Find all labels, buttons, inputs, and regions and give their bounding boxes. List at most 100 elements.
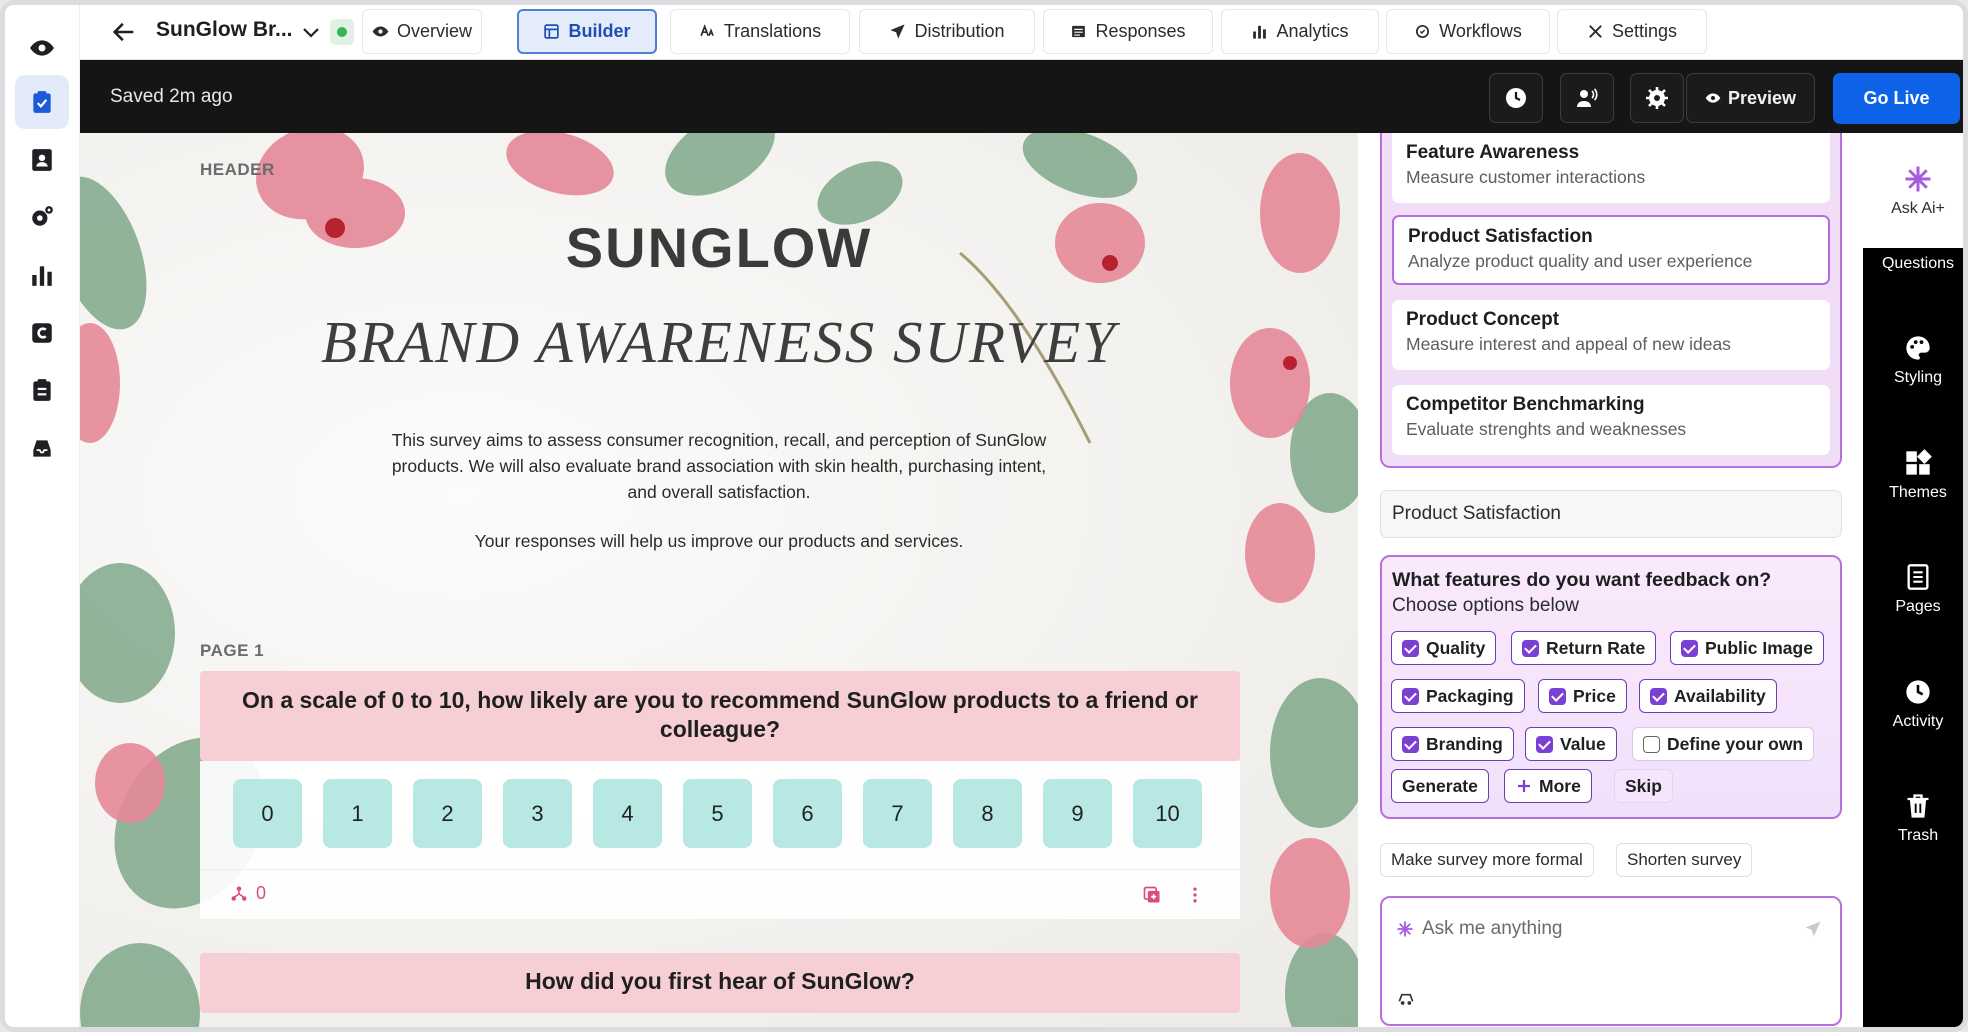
template-card[interactable]: Product Concept Measure interest and app… bbox=[1392, 300, 1830, 370]
chip-label: Public Image bbox=[1705, 637, 1813, 658]
scale-option[interactable]: 3 bbox=[503, 779, 572, 848]
inbox-icon[interactable] bbox=[15, 421, 69, 475]
scale-option[interactable]: 10 bbox=[1133, 779, 1202, 848]
chip-label: Return Rate bbox=[1546, 637, 1646, 658]
option-chip[interactable]: Return Rate bbox=[1511, 631, 1657, 665]
top-nav: SunGlow Br... Overview Builder Translati… bbox=[80, 5, 1963, 60]
attach-icon[interactable] bbox=[1396, 988, 1416, 1008]
trash-icon bbox=[1907, 794, 1929, 818]
voice-icon bbox=[1577, 88, 1598, 107]
question-title[interactable]: On a scale of 0 to 10, how likely are yo… bbox=[200, 671, 1240, 761]
suggestion-chip[interactable]: Shorten survey bbox=[1616, 843, 1753, 877]
scale-option[interactable]: 4 bbox=[593, 779, 662, 848]
option-chip[interactable]: Define your own bbox=[1632, 727, 1815, 761]
tab-overview[interactable]: Overview bbox=[362, 9, 482, 54]
scale-option[interactable]: 0 bbox=[233, 779, 302, 848]
option-chip[interactable]: Value bbox=[1525, 727, 1617, 761]
chip-label: Packaging bbox=[1426, 685, 1514, 706]
go-live-button[interactable]: Go Live bbox=[1833, 73, 1960, 124]
survey-intro-note[interactable]: Your responses will help us improve our … bbox=[380, 531, 1058, 552]
eye-icon[interactable] bbox=[15, 21, 69, 75]
workflow-icon bbox=[1416, 24, 1430, 39]
tab-analytics[interactable]: Analytics bbox=[1221, 9, 1379, 54]
template-subtitle: Evaluate strenghts and weaknesses bbox=[1406, 419, 1687, 439]
logic-count[interactable]: 0 bbox=[230, 883, 266, 904]
rail-label: Questions bbox=[1881, 255, 1955, 272]
scale-option[interactable]: 6 bbox=[773, 779, 842, 848]
ask-ai-button[interactable]: Ask Ai+ bbox=[1863, 133, 1963, 248]
tab-workflows[interactable]: Workflows bbox=[1386, 9, 1550, 54]
more-vertical-icon[interactable] bbox=[1185, 885, 1205, 905]
ask-ai-input[interactable]: Ask me anything bbox=[1380, 896, 1842, 1026]
c-logo-icon[interactable] bbox=[15, 306, 69, 360]
template-subtitle: Measure customer interactions bbox=[1406, 167, 1646, 187]
chevron-down-icon[interactable] bbox=[299, 20, 323, 44]
survey-canvas[interactable]: HEADER SUNGLOW BRAND AWARENESS SURVEY Th… bbox=[80, 133, 1358, 1027]
brand-logo[interactable]: SUNGLOW bbox=[80, 215, 1358, 280]
scale-option[interactable]: 5 bbox=[683, 779, 752, 848]
themes-tab[interactable]: Themes bbox=[1863, 449, 1963, 502]
analytics-icon[interactable] bbox=[15, 248, 69, 302]
accessibility-button[interactable] bbox=[1560, 73, 1614, 123]
tab-responses[interactable]: Responses bbox=[1043, 9, 1213, 54]
ai-assistant-panel: Feature Awareness Measure customer inter… bbox=[1358, 133, 1863, 1027]
gear-icon[interactable] bbox=[15, 190, 69, 244]
template-card[interactable]: Product Satisfaction Analyze product qua… bbox=[1392, 215, 1830, 285]
option-chip[interactable]: Price bbox=[1538, 679, 1627, 713]
tab-distribution[interactable]: Distribution bbox=[859, 9, 1035, 54]
ask-placeholder: Ask me anything bbox=[1422, 918, 1563, 939]
scale-option[interactable]: 1 bbox=[323, 779, 392, 848]
checkbox-checked-icon bbox=[1536, 735, 1553, 753]
editor-toolbar: Saved 2m ago Preview Go Live bbox=[80, 60, 1963, 133]
survey-title[interactable]: BRAND AWARENESS SURVEY bbox=[80, 308, 1358, 377]
option-chip[interactable]: Branding bbox=[1391, 727, 1514, 761]
scale-option[interactable]: 9 bbox=[1043, 779, 1112, 848]
send-icon[interactable] bbox=[1804, 920, 1822, 938]
preview-button[interactable]: Preview bbox=[1686, 73, 1815, 123]
survey-name[interactable]: SunGlow Br... bbox=[156, 18, 293, 42]
contacts-icon[interactable] bbox=[15, 133, 69, 187]
trash-tab[interactable]: Trash bbox=[1863, 792, 1963, 845]
plus-icon bbox=[1518, 780, 1530, 792]
save-status: Saved 2m ago bbox=[110, 86, 233, 107]
option-chip[interactable]: Availability bbox=[1639, 679, 1777, 713]
question-title[interactable]: How did you first hear of SunGlow? bbox=[200, 953, 1240, 1013]
suggestion-chip[interactable]: Make survey more formal bbox=[1380, 843, 1594, 877]
template-subtitle: Measure interest and appeal of new ideas bbox=[1406, 334, 1731, 354]
ai-subtitle: Choose options below bbox=[1392, 595, 1579, 616]
checkbox-checked-icon bbox=[1549, 687, 1566, 705]
tab-settings[interactable]: Settings bbox=[1557, 9, 1707, 54]
pages-tab[interactable]: Pages bbox=[1863, 563, 1963, 616]
back-arrow-icon[interactable] bbox=[110, 18, 138, 46]
template-card[interactable]: Feature Awareness Measure customer inter… bbox=[1392, 133, 1830, 203]
activity-tab[interactable]: Activity bbox=[1863, 678, 1963, 731]
scale-option[interactable]: 2 bbox=[413, 779, 482, 848]
checkbox-checked-icon bbox=[1402, 687, 1419, 705]
scale-option[interactable]: 7 bbox=[863, 779, 932, 848]
branch-icon bbox=[231, 886, 247, 901]
option-chip[interactable]: Public Image bbox=[1670, 631, 1824, 665]
history-button[interactable] bbox=[1489, 73, 1543, 123]
chip-label: Define your own bbox=[1667, 733, 1804, 754]
survey-intro[interactable]: This survey aims to assess consumer reco… bbox=[380, 427, 1058, 505]
generate-button[interactable]: Generate bbox=[1391, 769, 1489, 803]
right-rail: Questions Styling Themes Pages Activity … bbox=[1863, 133, 1963, 1027]
duplicate-icon[interactable] bbox=[1142, 885, 1162, 905]
option-chip[interactable]: Packaging bbox=[1391, 679, 1525, 713]
template-suggestions: Feature Awareness Measure customer inter… bbox=[1380, 133, 1842, 468]
eye-icon bbox=[372, 26, 389, 37]
more-button[interactable]: More bbox=[1504, 769, 1592, 803]
skip-button[interactable]: Skip bbox=[1614, 769, 1673, 803]
survey-icon[interactable] bbox=[15, 75, 69, 129]
left-rail bbox=[5, 5, 80, 1027]
scale-option[interactable]: 8 bbox=[953, 779, 1022, 848]
clipboard-icon[interactable] bbox=[15, 363, 69, 417]
template-card[interactable]: Competitor Benchmarking Evaluate strengh… bbox=[1392, 385, 1830, 455]
styling-tab[interactable]: Styling bbox=[1863, 334, 1963, 387]
tab-builder[interactable]: Builder bbox=[517, 9, 657, 54]
settings-button[interactable] bbox=[1630, 73, 1684, 123]
palette-icon bbox=[1906, 336, 1930, 360]
tab-label: Overview bbox=[396, 21, 472, 41]
tab-translations[interactable]: Translations bbox=[670, 9, 850, 54]
option-chip[interactable]: Quality bbox=[1391, 631, 1497, 665]
